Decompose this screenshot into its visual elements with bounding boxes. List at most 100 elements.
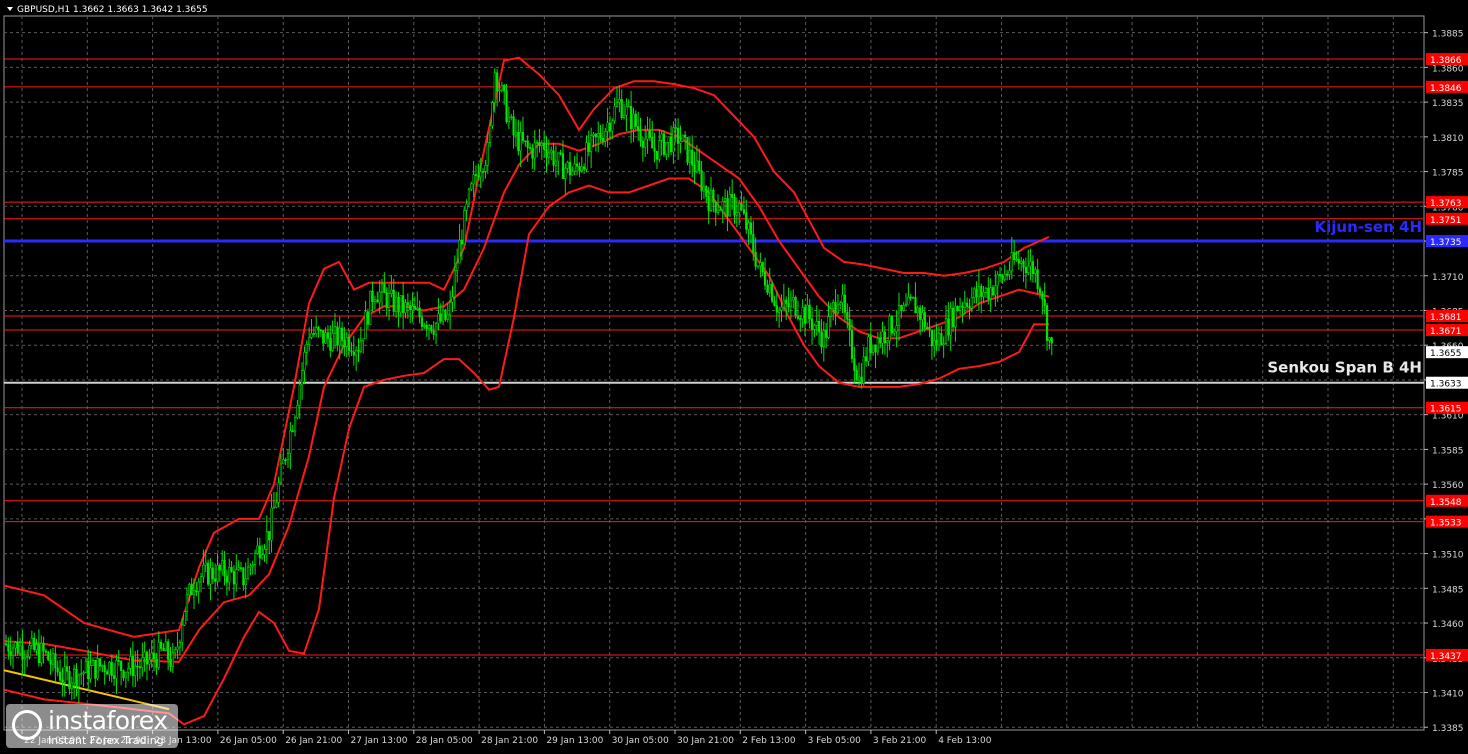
candle-body: [380, 283, 384, 293]
candle-body: [778, 309, 781, 313]
candle-body: [345, 336, 348, 348]
candle-body: [796, 315, 800, 319]
candle-body: [190, 584, 193, 596]
candle-body: [282, 459, 285, 465]
candle-body: [897, 304, 901, 326]
candle-body: [1038, 288, 1042, 294]
candle-body: [827, 316, 830, 338]
x-tick-label: 3 Feb 21:00: [873, 736, 927, 746]
candle-body: [373, 299, 377, 302]
candle-body: [691, 149, 694, 166]
candle-body: [763, 271, 767, 286]
candle-body: [284, 459, 287, 461]
candle-body: [70, 682, 73, 689]
candle-body: [989, 287, 992, 299]
candle-body: [423, 325, 426, 327]
candle-body: [268, 531, 271, 541]
current-price-label: 1.3655: [1430, 349, 1462, 359]
x-tick-label: 28 Jan 21:00: [481, 736, 538, 746]
candle-body: [883, 331, 886, 344]
candle-body: [653, 147, 656, 152]
candle-body: [641, 140, 644, 148]
candle-body: [919, 307, 922, 320]
candle-body: [444, 309, 447, 320]
candle-body: [465, 203, 468, 211]
candle-body: [726, 198, 729, 217]
candle-body: [928, 328, 931, 331]
candle-body: [312, 333, 315, 335]
candle-body: [155, 658, 158, 668]
y-tick-label: 1.3385: [1432, 724, 1464, 734]
level-price-label: 1.3866: [1430, 56, 1462, 66]
y-tick-label: 1.3410: [1432, 689, 1464, 699]
level-price-label: 1.3615: [1430, 405, 1462, 415]
candle-body: [202, 564, 205, 577]
candle-body: [564, 167, 567, 179]
candle-body: [552, 150, 555, 166]
candle-body: [300, 370, 304, 386]
candle-body: [456, 262, 459, 271]
candle-body: [124, 671, 127, 679]
candle-body: [582, 166, 586, 170]
candle-body: [787, 303, 790, 308]
candle-body: [550, 150, 553, 154]
y-tick-label: 1.3835: [1432, 99, 1464, 109]
candle-body: [545, 148, 548, 158]
candle-body: [251, 564, 254, 567]
candle-body: [160, 641, 163, 649]
candle-body: [867, 336, 870, 362]
candle-body: [681, 134, 684, 142]
candle-body: [1003, 273, 1006, 280]
candle-body: [474, 174, 478, 177]
candle-body: [575, 163, 579, 167]
candle-body: [864, 356, 868, 362]
candle-body: [528, 147, 532, 149]
candle-body: [968, 306, 971, 309]
candle-body: [535, 141, 539, 144]
candle-body: [773, 300, 776, 306]
y-tick-label: 1.3785: [1432, 169, 1464, 179]
candle-body: [684, 134, 687, 138]
x-tick-label: 26 Jan 21:00: [285, 736, 342, 746]
candle-body: [446, 314, 449, 320]
candle-body: [674, 127, 677, 129]
candle-body: [491, 102, 494, 127]
bollinger-upper-band: [3, 56, 1050, 638]
candle-body: [481, 171, 485, 173]
symbol-header: GBPUSD,H1 1.3662 1.3663 1.3642 1.3655: [17, 5, 208, 15]
candle-body: [606, 122, 609, 132]
candle-body: [51, 653, 55, 665]
candle-body: [35, 644, 38, 651]
candle-body: [230, 567, 233, 572]
candle-body: [293, 417, 297, 432]
candle-body: [77, 674, 80, 687]
candle-body: [792, 296, 795, 301]
candle-body: [966, 302, 969, 307]
candle-body: [138, 666, 142, 668]
candle-body: [122, 670, 125, 679]
candle-body: [540, 142, 543, 147]
candle-body: [933, 339, 936, 347]
candle-body: [921, 312, 924, 320]
candle-body: [383, 283, 386, 293]
candle-body: [437, 313, 440, 324]
senkou-span-b-label: Senkou Span B 4H: [1267, 359, 1422, 377]
candle-body: [611, 120, 614, 132]
candle-body: [862, 356, 865, 384]
candle-body: [286, 453, 290, 461]
candle-body: [940, 333, 943, 346]
y-tick-label: 1.3460: [1432, 620, 1464, 630]
candle-body: [322, 330, 325, 344]
candle-body: [498, 89, 501, 92]
instaforex-logo-icon: [12, 710, 42, 740]
x-tick-label: 28 Jan 05:00: [416, 736, 473, 746]
candle-body: [557, 152, 560, 162]
candle-body: [662, 133, 666, 155]
candle-body: [242, 567, 245, 586]
candle-body: [1045, 305, 1049, 341]
candle-body: [317, 327, 320, 331]
candle-body: [1034, 269, 1037, 275]
candle-body: [886, 340, 889, 344]
candle-body: [244, 578, 247, 586]
candle-body: [996, 274, 999, 287]
